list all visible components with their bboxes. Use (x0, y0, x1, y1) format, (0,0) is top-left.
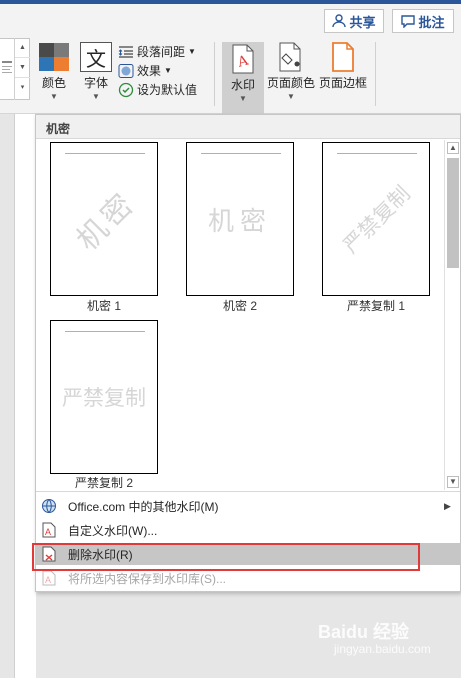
menu-item-label: Office.com 中的其他水印(M) (68, 499, 219, 514)
submenu-arrow-icon: ▶ (444, 500, 451, 511)
menu-item-label: 自定义水印(W)... (68, 523, 158, 538)
share-icon (332, 14, 347, 28)
scroll-down-icon[interactable]: ▼ (447, 476, 459, 488)
paragraph-spacing-button[interactable]: 段落间距 ▼ (118, 42, 197, 61)
more-watermarks-menu-item[interactable]: Office.com 中的其他水印(M) ▶ (36, 495, 460, 517)
page-borders-button[interactable]: 页面边框 (318, 42, 368, 91)
globe-icon (42, 499, 56, 513)
chevron-down-icon: ▼ (239, 94, 247, 103)
thumbnail-caption: 机密 2 (222, 299, 257, 313)
comment-button[interactable]: 批注 (392, 9, 454, 33)
comment-icon (401, 15, 416, 28)
thumbnail-caption: 严禁复制 1 (346, 299, 405, 313)
watermark-thumbnail[interactable]: 严禁复制 (50, 320, 158, 474)
custom-watermark-icon: A (42, 522, 56, 538)
page-borders-icon (332, 42, 354, 72)
thumbnail-caption: 机密 1 (86, 299, 121, 313)
chevron-down-icon: ▼ (287, 92, 295, 101)
menu-divider (36, 491, 460, 492)
gallery-scrollbar[interactable]: ▲ ▼ (444, 140, 460, 490)
checkmark-icon (118, 82, 134, 97)
baidu-watermark-url: jingyan.baidu.com (334, 642, 431, 656)
watermark-icon: A (232, 44, 254, 74)
watermark-thumbnail[interactable]: 机密 (50, 142, 158, 296)
chevron-down-icon: ▼ (164, 66, 172, 75)
watermark-thumbnail[interactable]: 严禁复制 (322, 142, 430, 296)
document-page[interactable] (14, 114, 36, 678)
page-borders-label: 页面边框 (318, 76, 367, 90)
share-button[interactable]: 共享 (324, 9, 384, 33)
style-preview-icon (2, 61, 12, 73)
page-color-label: 页面颜色 (266, 76, 315, 90)
watermark-thumbnail[interactable]: 机密 (186, 142, 294, 296)
thumbnail-caption: 严禁复制 2 (74, 476, 133, 490)
chevron-down-icon: ▼ (92, 92, 100, 101)
ribbon-separator (375, 42, 376, 106)
chevron-down-icon: ▼ (188, 47, 196, 56)
watermark-preview-text: 严禁复制 (338, 181, 415, 258)
fonts-glyph: 文 (86, 46, 106, 71)
set-default-label: 设为默认值 (137, 83, 198, 97)
chevron-down-icon: ▼ (50, 92, 58, 101)
effects-button[interactable]: 效果 ▼ (118, 61, 197, 80)
baidu-watermark-logo: Baidu 经验 (318, 622, 410, 642)
custom-watermark-menu-item[interactable]: A 自定义水印(W)... (36, 519, 460, 541)
gallery-up-icon[interactable]: ▲ (15, 38, 30, 58)
save-to-gallery-icon: A (42, 570, 56, 586)
menu-item-label: 将所选内容保存到水印库(S)... (68, 571, 226, 586)
colors-label: 颜色 (41, 76, 66, 90)
fonts-button[interactable]: 文 字体 ▼ (79, 42, 113, 101)
watermark-button[interactable]: A 水印 ▼ (222, 42, 264, 114)
gallery-down-icon[interactable]: ▼ (15, 58, 30, 78)
watermark-preview-text: 严禁复制 (62, 386, 146, 410)
fonts-icon: 文 (80, 42, 112, 72)
colors-button[interactable]: 颜色 ▼ (37, 42, 71, 101)
watermark-preview-text: 机密 (70, 185, 143, 258)
paragraph-spacing-label: 段落间距 (137, 45, 186, 59)
colors-icon (39, 43, 69, 71)
effects-label: 效果 (137, 64, 162, 78)
ribbon-separator (214, 42, 215, 106)
gallery-scroll[interactable]: ▲ ▼ ▾ (14, 38, 30, 100)
comment-label: 批注 (418, 14, 445, 30)
set-default-button[interactable]: 设为默认值 (118, 80, 197, 99)
effects-icon (118, 63, 134, 78)
page-color-icon (279, 42, 301, 72)
svg-text:A: A (45, 527, 51, 537)
page-color-button[interactable]: 页面颜色 ▼ (266, 42, 316, 101)
watermark-preview-text: 机密 (207, 206, 272, 237)
annotation-highlight-box (32, 543, 420, 571)
share-label: 共享 (349, 14, 376, 30)
scroll-up-icon[interactable]: ▲ (447, 142, 459, 154)
scrollbar-thumb[interactable] (447, 158, 459, 268)
svg-text:A: A (45, 575, 51, 585)
fonts-label: 字体 (83, 76, 108, 90)
watermark-label: 水印 (230, 78, 255, 92)
gallery-section-header: 机密 (36, 115, 460, 139)
paragraph-spacing-icon (118, 45, 133, 58)
watermark-dropdown: 机密 机密 机密 1 机密 机密 2 严禁复制 严禁复制 1 严禁复制 严禁复制… (35, 114, 461, 592)
gallery-more-icon[interactable]: ▾ (15, 78, 30, 98)
